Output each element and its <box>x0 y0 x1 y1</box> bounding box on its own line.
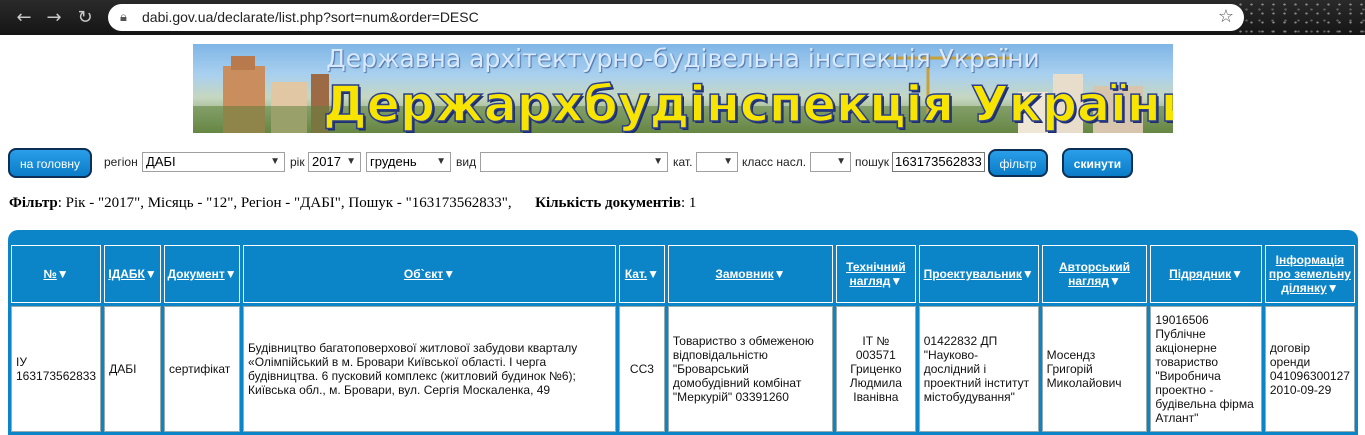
cell-contractor: 19016506 Публічне акціонерне товариство … <box>1150 306 1262 432</box>
triangle-down-icon: ▼ <box>890 274 903 288</box>
column-header-label[interactable]: Документ <box>167 267 224 281</box>
column-header-num[interactable]: №▼ <box>11 245 102 303</box>
category-label: кат. <box>673 155 693 169</box>
cell-land-info: договір оренди 041096300127 2010-09-29 <box>1264 306 1355 432</box>
cell-idabk: ДАБІ <box>104 306 162 432</box>
column-header-label[interactable]: № <box>43 267 56 281</box>
month-select-value: грудень <box>370 154 417 169</box>
chevron-down-icon: ▼ <box>346 156 356 167</box>
triangle-down-icon: ▼ <box>1231 267 1244 281</box>
cell-document: сертифікат <box>164 306 241 432</box>
column-header-category[interactable]: Кат.▼ <box>618 245 665 303</box>
column-header-idabk[interactable]: ІДАБК▼ <box>104 245 162 303</box>
column-header-label[interactable]: Об`єкт <box>404 267 443 281</box>
reset-button[interactable]: скинути <box>1062 148 1133 178</box>
theme-decoration <box>1235 0 1365 35</box>
table-header-row: №▼ ІДАБК▼ Документ▼ Об`єкт▼ Кат.▼ Замовн… <box>11 245 1355 303</box>
year-select-value: 2017 <box>312 154 341 169</box>
column-header-document[interactable]: Документ▼ <box>164 245 241 303</box>
reload-icon[interactable]: ↻ <box>73 6 97 30</box>
triangle-down-icon: ▼ <box>1109 274 1121 288</box>
column-header-label[interactable]: ІДАБК <box>108 267 145 281</box>
filter-summary-label: Фільтр <box>9 195 58 211</box>
column-header-author-supervision[interactable]: Авторський нагляд▼ <box>1041 245 1148 303</box>
column-header-contractor[interactable]: Підрядник▼ <box>1150 245 1262 303</box>
chevron-down-icon: ▼ <box>836 156 846 167</box>
forward-icon[interactable]: → <box>42 6 66 30</box>
class-select[interactable]: ▼ <box>810 152 851 172</box>
table-row: ІУ 163173562833 ДАБІ сертифікат Будівниц… <box>11 306 1355 432</box>
region-select[interactable]: ДАБІ ▼ <box>142 152 285 172</box>
type-select[interactable]: ▼ <box>480 152 668 172</box>
documents-table: №▼ ІДАБК▼ Документ▼ Об`єкт▼ Кат.▼ Замовн… <box>8 242 1358 435</box>
chevron-down-icon: ▼ <box>653 156 663 167</box>
column-header-label[interactable]: Проектувальник <box>924 267 1022 281</box>
back-icon[interactable]: ← <box>12 6 36 30</box>
cell-object: Будівництво багатоповерхової житлової за… <box>243 306 616 432</box>
type-label: вид <box>456 155 477 169</box>
region-select-value: ДАБІ <box>146 154 176 169</box>
browser-toolbar: ← → ↻ 🔒︎ dabi.gov.ua/declarate/list.php?… <box>0 0 1365 35</box>
year-label: рік <box>290 155 305 169</box>
triangle-down-icon: ▼ <box>144 267 157 281</box>
column-header-tech-supervision[interactable]: Технічний нагляд▼ <box>835 245 916 303</box>
cell-author-supervision: Мосендз Григорій Миколайович <box>1041 306 1148 432</box>
search-input[interactable]: 163173562833 <box>892 152 985 172</box>
chevron-down-icon: ▼ <box>270 156 280 167</box>
chevron-down-icon: ▼ <box>436 156 446 167</box>
documents-table-container: №▼ ІДАБК▼ Документ▼ Об`єкт▼ Кат.▼ Замовн… <box>8 230 1358 435</box>
triangle-down-icon: ▼ <box>647 267 660 281</box>
document-count-label: Кількість документів <box>535 195 681 211</box>
region-label: регіон <box>104 155 138 169</box>
filter-button[interactable]: фільтр <box>988 149 1048 177</box>
lock-icon: 🔒︎ <box>120 9 127 24</box>
column-header-land-info[interactable]: Інформація про земельну ділянку▼ <box>1264 245 1355 303</box>
cell-tech-supervision: ІТ № 003571 Гриценко Людмила Іванівна <box>835 306 916 432</box>
triangle-down-icon: ▼ <box>56 267 69 281</box>
header-banner: Державна архітектурно-будівельна інспекц… <box>193 44 1173 133</box>
column-header-designer[interactable]: Проектувальник▼ <box>918 245 1039 303</box>
banner-title: Держархбудінспекція України <box>322 75 1173 133</box>
month-select[interactable]: грудень ▼ <box>366 152 451 172</box>
column-header-object[interactable]: Об`єкт▼ <box>243 245 616 303</box>
home-button[interactable]: на головну <box>8 148 92 178</box>
column-header-label[interactable]: Інформація про земельну ділянку <box>1269 253 1351 295</box>
triangle-down-icon: ▼ <box>773 267 786 281</box>
year-select[interactable]: 2017 ▼ <box>308 152 361 172</box>
chevron-down-icon: ▼ <box>723 156 733 167</box>
category-select[interactable]: ▼ <box>696 152 738 172</box>
triangle-down-icon: ▼ <box>1021 267 1034 281</box>
url-text[interactable]: dabi.gov.ua/declarate/list.php?sort=num&… <box>142 9 479 25</box>
cell-num: ІУ 163173562833 <box>11 306 102 432</box>
cell-designer: 01422832 ДП "Науково-дослідний і проектн… <box>918 306 1039 432</box>
cell-customer: Товариство з обмеженою відповідальністю … <box>667 306 833 432</box>
search-label: пошук <box>855 155 890 169</box>
triangle-down-icon: ▼ <box>443 267 456 281</box>
column-header-label[interactable]: Підрядник <box>1169 267 1231 281</box>
bookmark-star-icon[interactable]: ☆ <box>1218 6 1234 27</box>
banner-subtitle: Державна архітектурно-будівельна інспекц… <box>326 44 1040 73</box>
triangle-down-icon: ▼ <box>1326 281 1339 295</box>
address-bar[interactable]: 🔒︎ dabi.gov.ua/declarate/list.php?sort=n… <box>108 4 1244 31</box>
cell-category: СС3 <box>618 306 665 432</box>
column-header-customer[interactable]: Замовник▼ <box>667 245 833 303</box>
triangle-down-icon: ▼ <box>224 267 237 281</box>
column-header-label[interactable]: Кат. <box>625 267 647 281</box>
class-label: класс насл. <box>742 155 807 169</box>
filter-summary: Фільтр: Рік - "2017", Місяць - "12", Рег… <box>9 195 696 212</box>
filter-summary-text: : Рік - "2017", Місяць - "12", Регіон - … <box>57 195 512 211</box>
column-header-label[interactable]: Замовник <box>715 267 773 281</box>
document-count-value: : 1 <box>680 195 697 211</box>
